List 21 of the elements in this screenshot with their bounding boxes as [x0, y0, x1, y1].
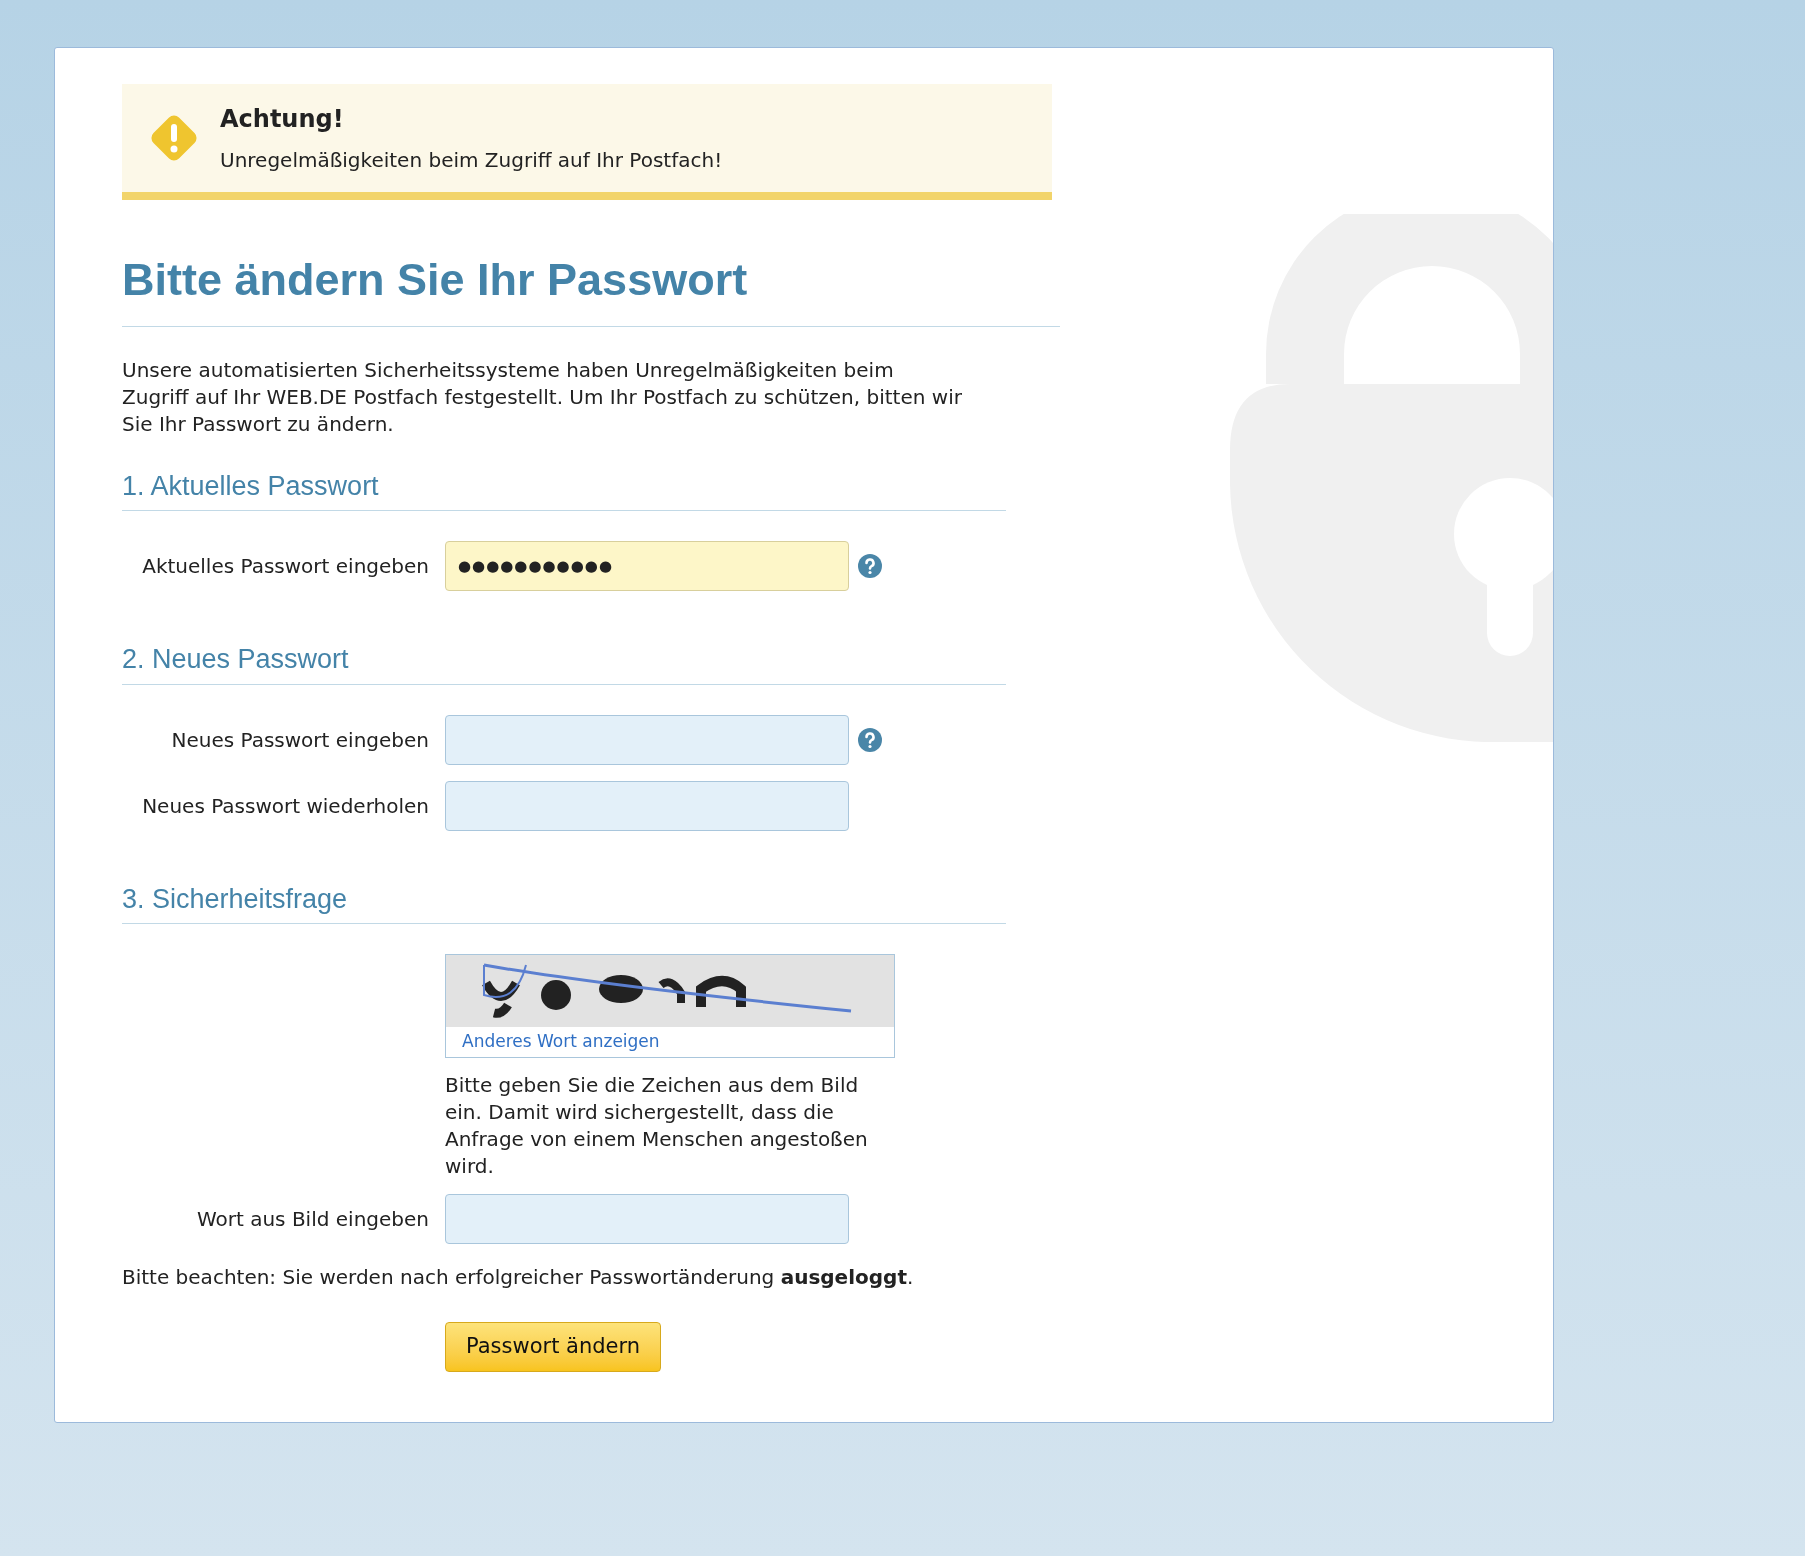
logout-note: Bitte beachten: Sie werden nach erfolgreicher Passwortänderung ausgeloggt.: [122, 1263, 915, 1291]
captcha-hint: Bitte geben Sie die Zeichen aus dem Bild ein. Damit wird sichergestellt, dass die Anfrage von einem Menschen angestoßen wird.: [445, 1071, 869, 1180]
field-label: Aktuelles Passwort eingeben: [141, 553, 430, 580]
alert-title: Achtung!: [220, 104, 345, 135]
password-field[interactable]: [445, 780, 849, 831]
field-label: Neues Passwort wiederholen: [141, 792, 430, 820]
password-field[interactable]: ●●●●●●●●●●●: [445, 541, 849, 591]
section-heading: 3. Sicherheitsfrage: [122, 878, 1006, 924]
intro-text: Unsere automatisierten Sicherheitssysteme haben Unregelmäßigkeiten beim Zugriff auf Ihr WEB.DE Postfach festgestellt. Um Ihr Postfach zu schützen, bitten wir Sie Ihr Passwort zu ändern.: [122, 356, 962, 438]
field-label: Wort aus Bild eingeben: [195, 1205, 430, 1233]
page-title: Bitte ändern Sie Ihr Passwort: [122, 253, 749, 307]
help-icon[interactable]: [857, 726, 883, 753]
password-field[interactable]: [445, 714, 849, 765]
field-label: Neues Passwort eingeben: [170, 726, 430, 754]
section-heading: 1. Aktuelles Passwort: [122, 465, 1006, 511]
submit-button[interactable]: Passwort ändern: [445, 1321, 662, 1372]
alert-message: Unregelmäßigkeiten beim Zugriff auf Ihr Postfach!: [220, 147, 723, 174]
section-heading: 2. Neues Passwort: [122, 639, 1006, 685]
captcha-refresh-link[interactable]: Anderes Wort anzeigen: [446, 1027, 894, 1057]
password-field[interactable]: [445, 1193, 849, 1244]
help-icon[interactable]: [857, 553, 883, 579]
